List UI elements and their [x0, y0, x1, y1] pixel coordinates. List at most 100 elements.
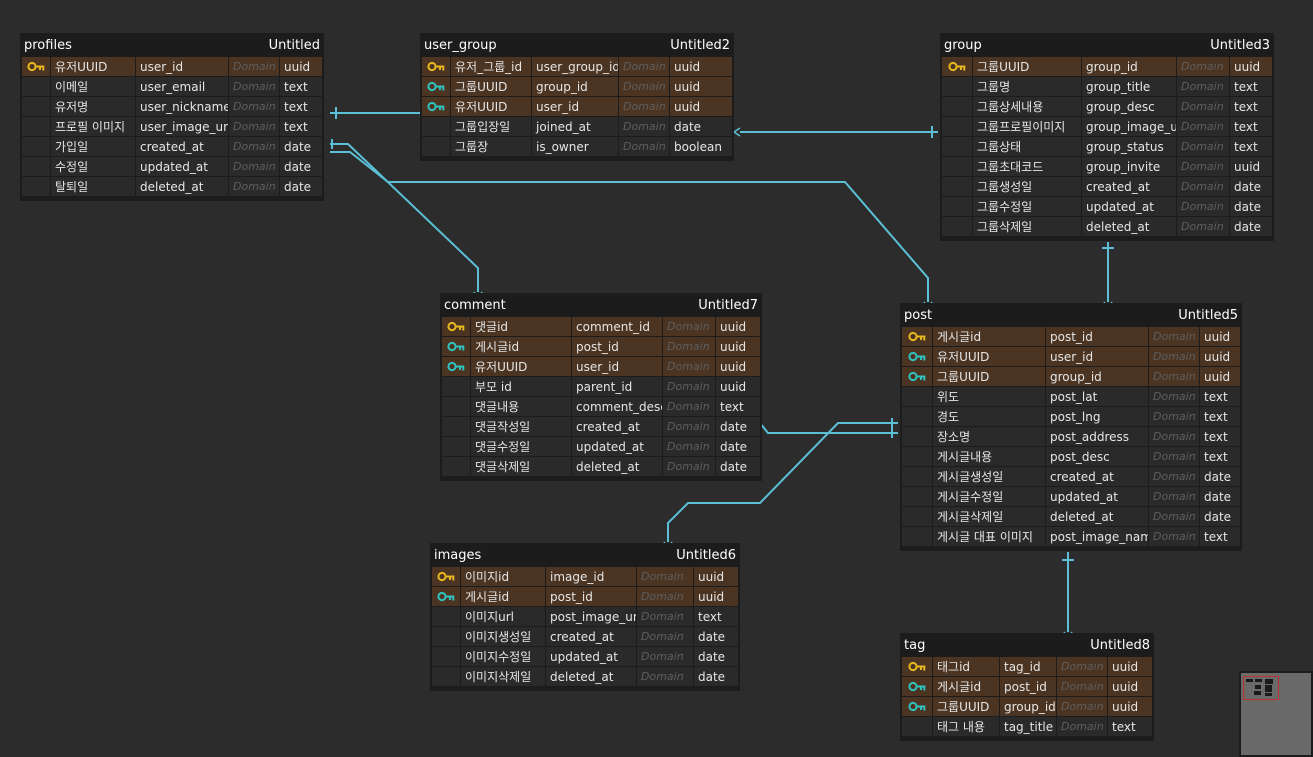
logical-name-cell[interactable]: 위도	[933, 387, 1045, 406]
table-row[interactable]: 게시글 대표 이미지post_image_nameDomaintext	[902, 527, 1240, 546]
logical-name-cell[interactable]: 이미지수정일	[461, 647, 545, 666]
table-row[interactable]: 이미지삭제일 deleted_at Domain date	[432, 667, 738, 686]
domain-cell[interactable]: Domain	[1177, 177, 1229, 196]
logical-name-cell[interactable]: 이미지url	[461, 607, 545, 626]
table-row[interactable]: 댓글작성일 created_at Domain date	[442, 417, 760, 436]
domain-cell[interactable]: Domain	[663, 457, 715, 476]
domain-cell[interactable]: Domain	[619, 97, 669, 116]
logical-name-cell[interactable]: 그룹프로필이미지	[973, 117, 1081, 136]
type-cell[interactable]: text	[280, 97, 322, 116]
table-images[interactable]: images Untitled6 이미지id image_id Domain uuid 게시…	[430, 543, 740, 691]
physical-name-cell[interactable]: deleted_at	[1046, 507, 1148, 526]
physical-name-cell[interactable]: user_nickname	[136, 97, 228, 116]
table-row[interactable]: 그룹수정일 updated_at Domain date	[942, 197, 1272, 216]
table-row[interactable]: 이미지url post_image_url Domain text	[432, 607, 738, 626]
domain-cell[interactable]: Domain	[663, 357, 715, 376]
type-cell[interactable]: text	[1200, 387, 1240, 406]
table-row[interactable]: 댓글삭제일 deleted_at Domain date	[442, 457, 760, 476]
physical-name-cell[interactable]: user_email	[136, 77, 228, 96]
logical-name-cell[interactable]: 그룹장	[451, 137, 531, 156]
domain-cell[interactable]: Domain	[1149, 507, 1199, 526]
physical-name-cell[interactable]: updated_at	[1082, 197, 1176, 216]
domain-cell[interactable]: Domain	[1177, 157, 1229, 176]
table-row[interactable]: 탈퇴일 deleted_at Domain date	[22, 177, 322, 196]
domain-cell[interactable]: Domain	[1177, 97, 1229, 116]
table-header[interactable]: images Untitled6	[432, 543, 738, 567]
type-cell[interactable]: uuid	[1200, 347, 1240, 366]
table-row[interactable]: 게시글id post_id Domain uuid	[432, 587, 738, 606]
domain-cell[interactable]: Domain	[1149, 407, 1199, 426]
type-cell[interactable]: boolean	[670, 137, 732, 156]
table-row[interactable]: 댓글수정일 updated_at Domain date	[442, 437, 760, 456]
logical-name-cell[interactable]: 댓글작성일	[471, 417, 571, 436]
type-cell[interactable]: text	[1200, 527, 1240, 546]
domain-cell[interactable]: Domain	[1149, 527, 1199, 546]
domain-cell[interactable]: Domain	[1149, 467, 1199, 486]
table-row[interactable]: 게시글id post_id Domain uuid	[442, 337, 760, 356]
physical-name-cell[interactable]: user_id	[572, 357, 662, 376]
logical-name-cell[interactable]: 게시글id	[933, 677, 999, 696]
domain-cell[interactable]: Domain	[229, 57, 279, 76]
type-cell[interactable]: text	[1230, 77, 1272, 96]
logical-name-cell[interactable]: 이미지생성일	[461, 627, 545, 646]
domain-cell[interactable]: Domain	[1057, 657, 1107, 676]
domain-cell[interactable]: Domain	[1057, 717, 1107, 736]
table-row[interactable]: 이메일 user_email Domain text	[22, 77, 322, 96]
domain-cell[interactable]: Domain	[1177, 217, 1229, 236]
domain-cell[interactable]: Domain	[229, 117, 279, 136]
logical-name-cell[interactable]: 가입일	[51, 137, 135, 156]
table-row[interactable]: 수정일 updated_at Domain date	[22, 157, 322, 176]
table-row[interactable]: 그룹생성일 created_at Domain date	[942, 177, 1272, 196]
physical-name-cell[interactable]: user_image_url	[136, 117, 228, 136]
logical-name-cell[interactable]: 유저UUID	[51, 57, 135, 76]
table-row[interactable]: 경도 post_lng Domain text	[902, 407, 1240, 426]
table-header[interactable]: comment Untitled7	[442, 293, 760, 317]
physical-name-cell[interactable]: updated_at	[1046, 487, 1148, 506]
type-cell[interactable]: date	[694, 667, 738, 686]
logical-name-cell[interactable]: 그룹UUID	[933, 697, 999, 716]
domain-cell[interactable]: Domain	[229, 157, 279, 176]
table-row[interactable]: 게시글수정일 updated_at Domain date	[902, 487, 1240, 506]
domain-cell[interactable]: Domain	[619, 117, 669, 136]
domain-cell[interactable]: Domain	[229, 177, 279, 196]
logical-name-cell[interactable]: 댓글내용	[471, 397, 571, 416]
physical-name-cell[interactable]: deleted_at	[1082, 217, 1176, 236]
logical-name-cell[interactable]: 유저명	[51, 97, 135, 116]
logical-name-cell[interactable]: 게시글 대표 이미지	[933, 527, 1045, 546]
erd-canvas[interactable]: profiles Untitled 유저UUID user_id Domain uuid 이…	[0, 0, 1313, 757]
logical-name-cell[interactable]: 부모 id	[471, 377, 571, 396]
logical-name-cell[interactable]: 장소명	[933, 427, 1045, 446]
domain-cell[interactable]: Domain	[1149, 367, 1199, 386]
table-row[interactable]: 유저명 user_nickname Domain text	[22, 97, 322, 116]
physical-name-cell[interactable]: group_id	[532, 77, 618, 96]
table-header[interactable]: profiles Untitled	[22, 33, 322, 57]
physical-name-cell[interactable]: updated_at	[572, 437, 662, 456]
logical-name-cell[interactable]: 그룹상세내용	[973, 97, 1081, 116]
logical-name-cell[interactable]: 유저UUID	[471, 357, 571, 376]
table-row[interactable]: 유저UUID user_id Domain uuid	[442, 357, 760, 376]
type-cell[interactable]: date	[1200, 507, 1240, 526]
logical-name-cell[interactable]: 그룹수정일	[973, 197, 1081, 216]
physical-name-cell[interactable]: updated_at	[546, 647, 636, 666]
physical-name-cell[interactable]: post_image_url	[546, 607, 636, 626]
type-cell[interactable]: text	[1230, 97, 1272, 116]
table-row[interactable]: 태그id tag_id Domain uuid	[902, 657, 1152, 676]
type-cell[interactable]: text	[1200, 407, 1240, 426]
physical-name-cell[interactable]: deleted_at	[546, 667, 636, 686]
logical-name-cell[interactable]: 게시글삭제일	[933, 507, 1045, 526]
type-cell[interactable]: uuid	[716, 317, 760, 336]
domain-cell[interactable]: Domain	[1149, 447, 1199, 466]
table-row[interactable]: 위도 post_lat Domain text	[902, 387, 1240, 406]
type-cell[interactable]: uuid	[670, 97, 732, 116]
type-cell[interactable]: text	[280, 117, 322, 136]
logical-name-cell[interactable]: 그룹초대코드	[973, 157, 1081, 176]
type-cell[interactable]: uuid	[716, 377, 760, 396]
domain-cell[interactable]: Domain	[1057, 677, 1107, 696]
table-row[interactable]: 게시글id post_id Domain uuid	[902, 677, 1152, 696]
logical-name-cell[interactable]: 태그 내용	[933, 717, 999, 736]
logical-name-cell[interactable]: 유저UUID	[451, 97, 531, 116]
table-row[interactable]: 댓글id comment_id Domain uuid	[442, 317, 760, 336]
type-cell[interactable]: text	[1108, 717, 1152, 736]
table-header[interactable]: user_group Untitled2	[422, 33, 732, 57]
domain-cell[interactable]: Domain	[619, 137, 669, 156]
